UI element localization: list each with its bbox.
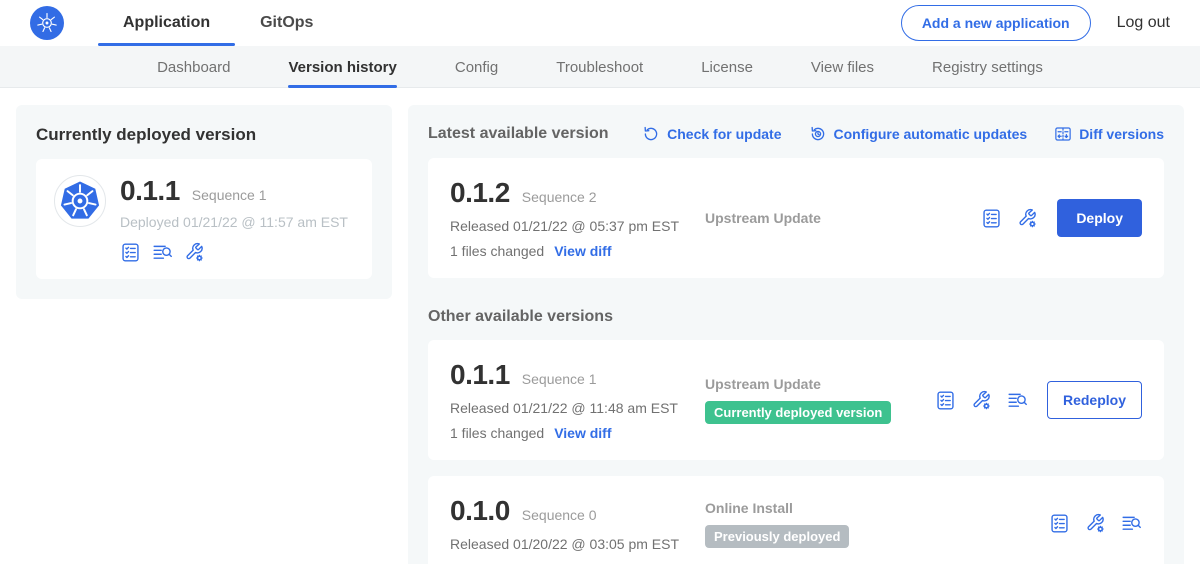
deploy-logs-icon[interactable] [152,242,173,263]
tab-troubleshoot[interactable]: Troubleshoot [556,46,643,88]
tab-view-files[interactable]: View files [811,46,874,88]
top-nav: Application GitOps Add a new application… [0,0,1200,46]
tab-license[interactable]: License [701,46,753,88]
version-card-011: 0.1.1 Sequence 1 Released 01/21/22 @ 11:… [428,340,1164,460]
sequence-label: Sequence 2 [522,189,597,205]
configure-automatic-updates-label: Configure automatic updates [834,126,1028,142]
files-changed-label: 1 files changed [450,243,544,259]
diff-versions-icon [1054,125,1072,143]
version-source-label: Upstream Update [705,376,821,392]
released-timestamp: Released 01/20/22 @ 03:05 pm EST [450,536,705,552]
sequence-label: Sequence 1 [522,371,597,387]
view-diff-link[interactable]: View diff [554,425,611,441]
edit-config-icon[interactable] [184,242,205,263]
deploy-button[interactable]: Deploy [1057,199,1142,237]
other-available-title: Other available versions [428,308,1164,326]
check-for-update-label: Check for update [667,126,781,142]
deploy-logs-icon[interactable] [1121,513,1142,534]
deploy-logs-icon[interactable] [1007,390,1028,411]
previously-deployed-badge: Previously deployed [705,525,849,548]
diff-versions-link[interactable]: Diff versions [1054,125,1164,143]
currently-deployed-panel: Currently deployed version 0.1.1 Sequenc… [16,105,392,299]
released-timestamp: Released 01/21/22 @ 11:48 am EST [450,400,705,416]
view-diff-link[interactable]: View diff [554,243,611,259]
add-application-button[interactable]: Add a new application [901,5,1091,41]
version-number: 0.1.1 [450,359,510,391]
tab-gitops[interactable]: GitOps [235,0,338,46]
version-number: 0.1.2 [450,177,510,209]
tab-config[interactable]: Config [455,46,498,88]
check-for-update-link[interactable]: Check for update [642,125,781,143]
version-card-012: 0.1.2 Sequence 2 Released 01/21/22 @ 05:… [428,158,1164,278]
released-timestamp: Released 01/21/22 @ 05:37 pm EST [450,218,705,234]
preflight-checks-icon[interactable] [120,242,141,263]
kubernetes-logo-icon [30,6,64,40]
check-update-icon [642,125,660,143]
currently-deployed-badge: Currently deployed version [705,401,891,424]
version-card-010: 0.1.0 Sequence 0 Released 01/20/22 @ 03:… [428,476,1164,564]
tab-dashboard[interactable]: Dashboard [157,46,230,88]
main-content: Currently deployed version 0.1.1 Sequenc… [0,88,1200,564]
app-sub-nav: Dashboard Version history Config Trouble… [0,46,1200,88]
tab-version-history[interactable]: Version history [288,46,396,88]
version-source-label: Online Install [705,500,793,516]
redeploy-button[interactable]: Redeploy [1047,381,1142,419]
deployed-panel-title: Currently deployed version [36,125,372,145]
latest-available-title: Latest available version [428,125,609,143]
edit-config-icon[interactable] [1017,208,1038,229]
version-source-label: Upstream Update [705,210,821,226]
logout-button[interactable]: Log out [1117,14,1170,32]
tab-registry-settings[interactable]: Registry settings [932,46,1043,88]
deployed-sequence-label: Sequence 1 [192,187,267,203]
configure-automatic-updates-link[interactable]: Configure automatic updates [809,125,1028,143]
sequence-label: Sequence 0 [522,507,597,523]
app-logo-icon [54,175,106,227]
files-changed-label: 1 files changed [450,425,544,441]
deployed-version-number: 0.1.1 [120,175,180,207]
preflight-checks-icon[interactable] [935,390,956,411]
tab-application[interactable]: Application [98,0,235,46]
version-number: 0.1.0 [450,495,510,527]
edit-config-icon[interactable] [971,390,992,411]
deployed-version-card: 0.1.1 Sequence 1 Deployed 01/21/22 @ 11:… [36,159,372,279]
auto-update-icon [809,125,827,143]
deployed-timestamp: Deployed 01/21/22 @ 11:57 am EST [120,214,348,230]
edit-config-icon[interactable] [1085,513,1106,534]
preflight-checks-icon[interactable] [1049,513,1070,534]
diff-versions-label: Diff versions [1079,126,1164,142]
preflight-checks-icon[interactable] [981,208,1002,229]
available-versions-panel: Latest available version Check for updat… [408,105,1184,564]
